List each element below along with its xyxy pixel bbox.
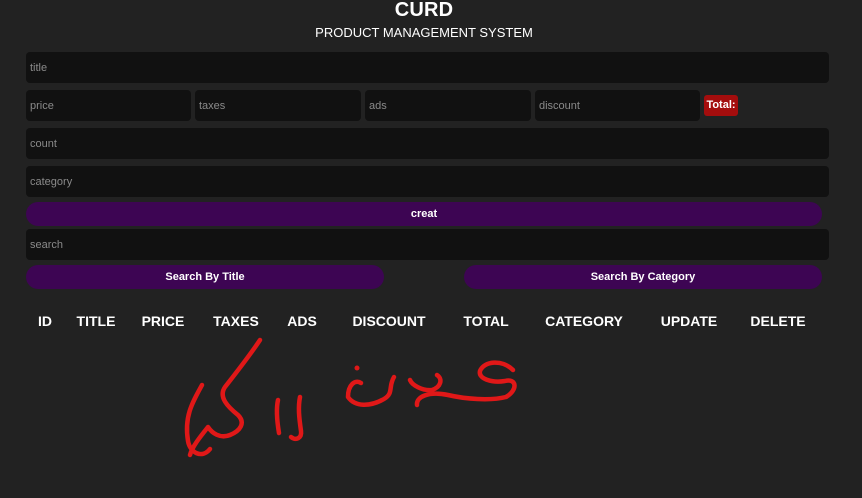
column-header-id: ID [38,313,52,329]
column-header-delete: DELETE [750,313,806,329]
handwritten-annotation [184,337,517,458]
search-by-category-button[interactable]: Search By Category [464,265,822,289]
create-button[interactable]: creat [26,202,822,226]
column-header-taxes: TAXES [213,313,259,329]
title-input[interactable] [26,52,829,83]
count-input[interactable] [26,128,829,159]
taxes-input[interactable] [195,90,361,121]
column-header-title: TITLE [76,313,116,329]
category-input[interactable] [26,166,829,197]
search-input[interactable] [26,229,829,260]
search-by-title-button[interactable]: Search By Title [26,265,384,289]
products-table: ID TITLE PRICE TAXES ADS DISCOUNT TOTAL … [27,310,823,332]
column-header-discount: DISCOUNT [352,313,426,329]
app-subtitle: PRODUCT MANAGEMENT SYSTEM [315,25,533,40]
column-header-category: CATEGORY [545,313,623,329]
ads-input[interactable] [365,90,531,121]
app-title: CURD [394,0,454,21]
column-header-ads: ADS [287,313,317,329]
discount-input[interactable] [535,90,700,121]
price-input[interactable] [26,90,191,121]
column-header-update: UPDATE [660,313,718,329]
total-badge: Total: [704,95,738,116]
column-header-total: TOTAL [463,313,509,329]
column-header-price: PRICE [141,313,185,329]
table-header-row: ID TITLE PRICE TAXES ADS DISCOUNT TOTAL … [27,310,823,332]
